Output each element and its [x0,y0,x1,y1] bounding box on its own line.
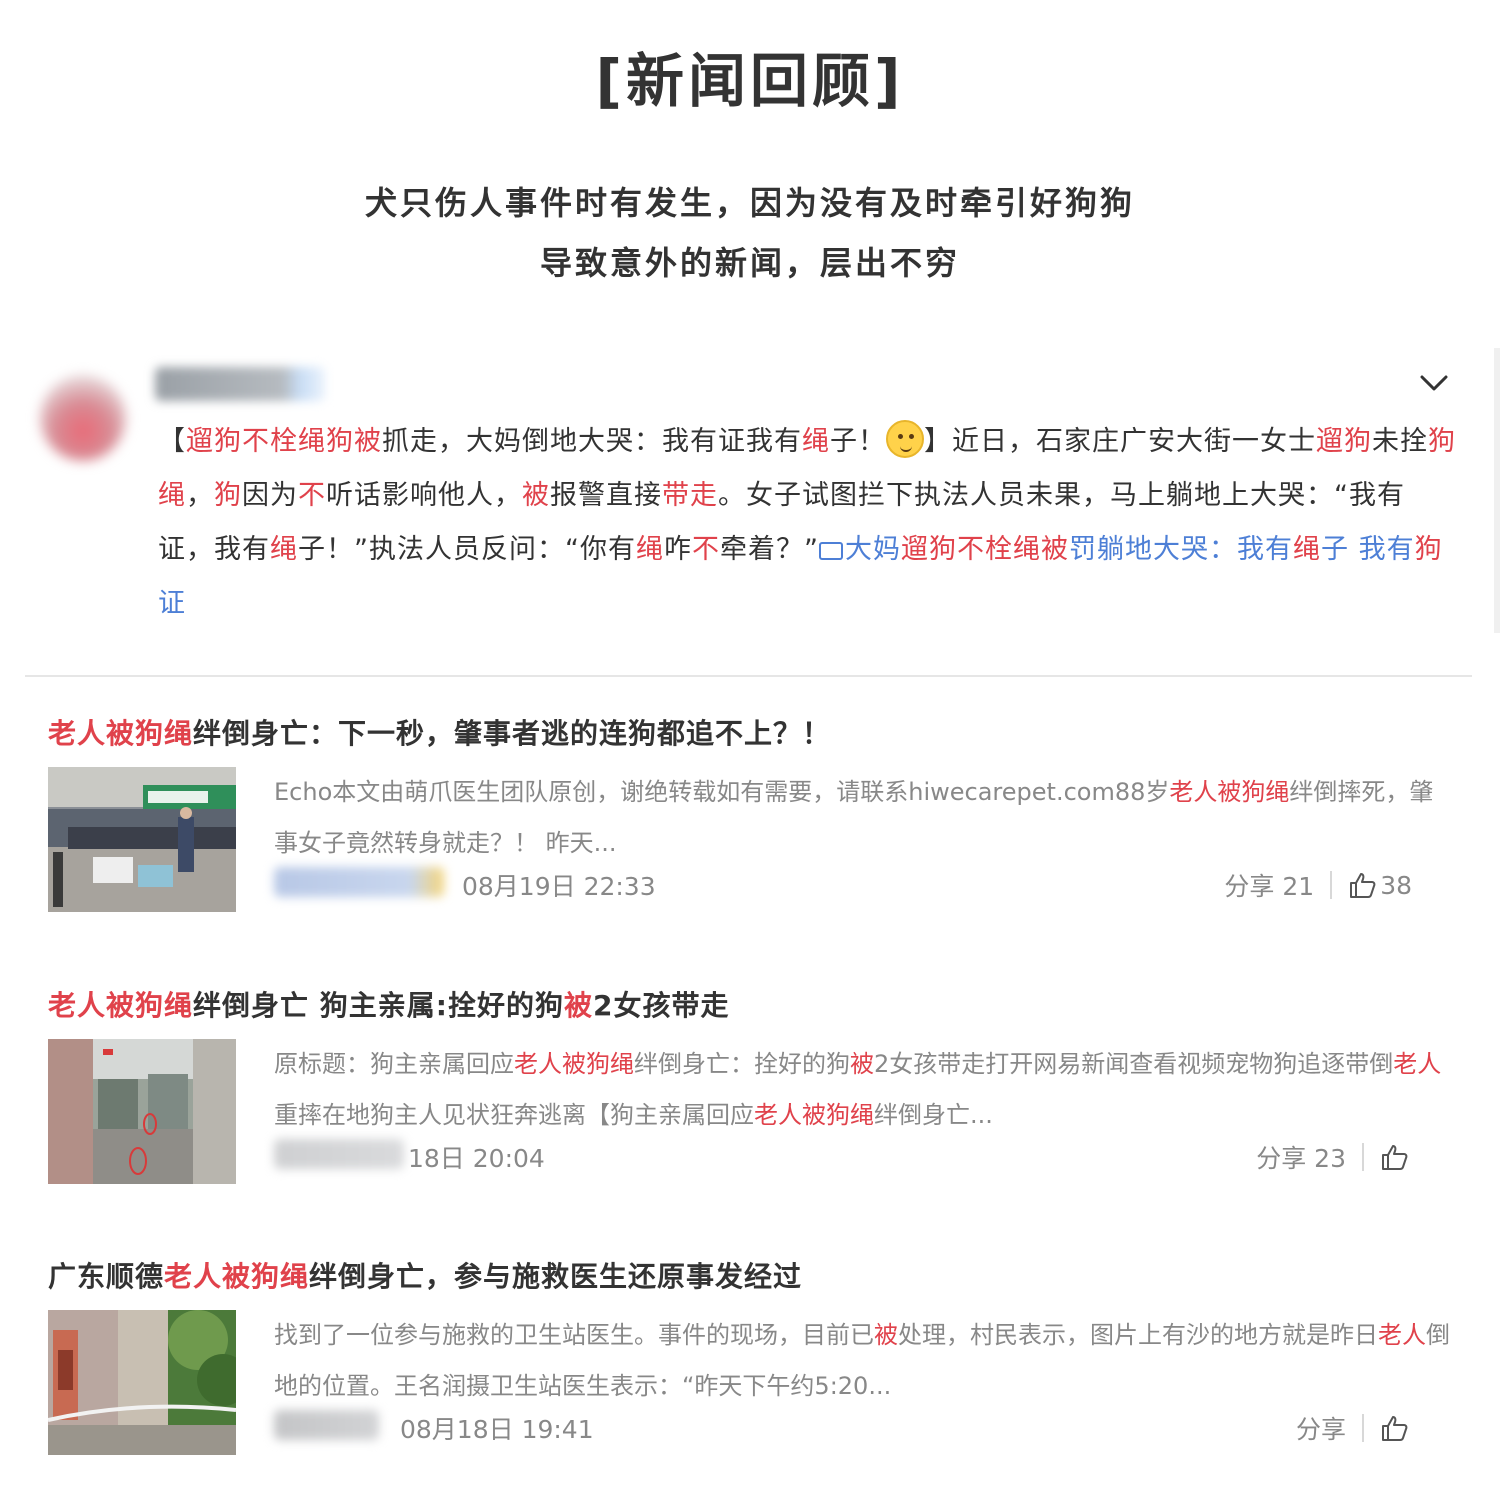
weibo-post: 【遛狗不栓绳狗被抓走，大妈倒地大哭：我有证我有绳子！ 】近日，石家庄广安大街一女士… [0,345,1500,675]
subtitle-line-2: 导致意外的新闻，层出不穷 [539,244,960,282]
text-segment: 抓走，大妈倒地大哭：我有证我有 [382,426,802,457]
separator [1330,871,1333,899]
news-source-blurred[interactable] [274,1410,379,1440]
news-actions: 分享 21 38 [1224,867,1412,903]
news-thumbnail[interactable] [48,1310,236,1455]
news-item[interactable]: 广东顺德老人被狗绳绊倒身亡，参与施救医生还原事发经过 找到了一位参与施救的卫生站… [0,1255,1500,1485]
dog-emoji-icon [886,420,924,458]
text-segment: 绳 [635,534,664,565]
topic-link[interactable]: 罚躺地大哭：我有 [1069,534,1293,565]
page-title: [新闻回顾] [595,47,905,115]
text-segment: 绊倒身亡... [874,1101,993,1129]
text-segment: 绊倒身亡：下一秒，肇事者逃的连狗都追不上？！ [193,717,832,750]
share-button[interactable]: 分享 [1296,1410,1346,1446]
text-segment: 老人被狗绳 [1169,778,1290,806]
text-segment: 遛狗不栓绳狗被 [186,426,382,457]
thumbs-up-icon[interactable] [1380,1143,1408,1171]
news-actions: 分享 [1296,1410,1412,1446]
news-title[interactable]: 老人被狗绳绊倒身亡 狗主亲属:拴好的狗被2女孩带走 [48,984,729,1024]
share-button[interactable]: 分享 21 [1224,867,1314,903]
video-icon[interactable] [818,542,843,560]
news-date: 18日 20:04 [408,1144,545,1173]
text-segment: ， [186,480,214,511]
text-segment: 老人 [1378,1321,1426,1349]
text-segment: 牵着？” [719,534,819,565]
news-item[interactable]: 老人被狗绳绊倒身亡 狗主亲属:拴好的狗被2女孩带走 原标题：狗主亲属回应老人被狗… [0,984,1500,1214]
text-segment: 老人被狗绳 [48,717,194,750]
text-segment: 遛狗 [1316,426,1372,457]
text-segment: 找到了一位参与施救的卫生站医生。事件的现场，目前已 [274,1321,874,1349]
news-date: 08月19日 22:33 [462,872,656,901]
news-source-blurred[interactable] [274,1139,404,1169]
avatar[interactable] [40,375,126,461]
text-segment: 老人被狗绳 [48,989,194,1022]
text-segment: 】近日，石家庄广安大街一女士 [924,426,1316,457]
like-count: 38 [1380,870,1412,900]
text-segment: 被 [522,480,550,511]
topic-link[interactable]: 证 [158,588,186,619]
news-thumbnail[interactable] [48,1039,236,1184]
news-snippet: Echo本文由萌爪医生团队原创，谢绝转载如有需要，请联系hiwecarepet.… [274,767,1454,869]
divider [25,675,1472,677]
news-thumbnail[interactable] [48,767,236,912]
share-button[interactable]: 分享 23 [1256,1139,1346,1175]
subtitle-line-1: 犬只伤人事件时有发生，因为没有及时牵引好狗狗 [364,184,1135,222]
news-actions: 分享 23 [1256,1139,1412,1175]
news-snippet: 找到了一位参与施救的卫生站医生。事件的现场，目前已被处理，村民表示，图片上有沙的… [274,1310,1454,1412]
text-segment: 绊倒身亡：拴好的狗 [634,1050,850,1078]
separator [1362,1143,1364,1171]
text-segment: 因为 [242,480,298,511]
text-segment: 狗 [1414,534,1443,565]
text-segment: 报警直接 [550,480,662,511]
text-segment: 被 [874,1321,898,1349]
text-segment: 子！ [830,426,886,457]
text-segment: 不 [691,534,720,565]
text-segment: 2女孩带走打开网易新闻查看视频宠物狗追逐带倒 [874,1050,1394,1078]
thumbs-up-icon[interactable] [1348,871,1376,899]
text-segment: 老人被狗绳 [514,1050,634,1078]
text-segment: 重摔在地狗主人见状狂奔逃离【狗主亲属回应 [274,1101,754,1129]
news-item[interactable]: 老人被狗绳绊倒身亡：下一秒，肇事者逃的连狗都追不上？！ Echo本文由萌爪医生团… [0,712,1500,942]
text-segment: 带走 [662,480,718,511]
text-segment: 遛狗不栓绳被 [900,534,1069,565]
news-date: 08月18日 19:41 [400,1415,594,1444]
text-segment: 【 [158,426,186,457]
text-segment: 处理，村民表示，图片上有沙的地方就是昨日 [898,1321,1378,1349]
text-segment: 绊倒身亡 狗主亲属:拴好的狗 [193,989,564,1022]
text-segment: 听话影响他人， [326,480,522,511]
text-segment: 咋 [663,534,692,565]
text-segment: Echo本文由萌爪医生团队原创，谢绝转载如有需要，请联系hiwecarepet.… [274,778,1170,806]
text-segment: 被 [563,989,593,1022]
text-segment: 老人 [1393,1050,1442,1078]
text-segment: 绳 [1292,534,1321,565]
topic-link[interactable]: 大妈 [845,534,901,565]
text-segment: 2女孩带走 [592,989,730,1022]
topic-link[interactable]: 子 我有 [1321,534,1415,565]
news-title[interactable]: 老人被狗绳绊倒身亡：下一秒，肇事者逃的连狗都追不上？！ [48,712,831,752]
text-segment: 广东顺德 [48,1260,165,1293]
separator [1362,1414,1364,1442]
text-segment: 绊倒身亡，参与施救医生还原事发经过 [309,1260,803,1293]
post-text: 【遛狗不栓绳狗被抓走，大妈倒地大哭：我有证我有绳子！ 】近日，石家庄广安大街一女士… [158,415,1458,631]
username-blurred[interactable] [155,367,325,401]
text-segment: 不 [298,480,326,511]
scrollbar[interactable] [1494,348,1500,633]
chevron-down-icon[interactable] [1416,365,1452,401]
news-snippet: 原标题：狗主亲属回应老人被狗绳绊倒身亡：拴好的狗被2女孩带走打开网易新闻查看视频… [274,1039,1454,1141]
text-segment: 老人被狗绳 [754,1101,874,1129]
news-title[interactable]: 广东顺德老人被狗绳绊倒身亡，参与施救医生还原事发经过 [48,1255,802,1295]
text-segment: 原标题：狗主亲属回应 [274,1050,514,1078]
text-segment: 狗 [214,480,242,511]
news-source-blurred[interactable] [274,867,444,897]
text-segment: 被 [850,1050,874,1078]
text-segment: 子！”执法人员反问：“你有 [298,534,636,565]
text-segment: 绳 [802,426,830,457]
text-segment: 老人被狗绳 [164,1260,310,1293]
thumbs-up-icon[interactable] [1380,1414,1408,1442]
text-segment: 未拴 [1372,426,1428,457]
text-segment: 绳 [270,534,298,565]
